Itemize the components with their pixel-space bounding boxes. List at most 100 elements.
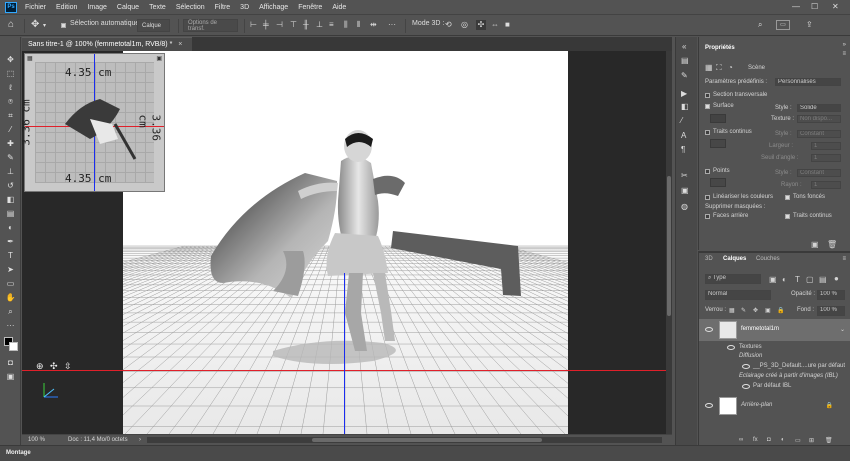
add-mask-icon[interactable]: ◘ [767, 437, 771, 443]
visibility-eye-icon[interactable] [705, 327, 713, 332]
adjustment-layer-icon[interactable]: ◐ [781, 437, 785, 443]
collapse-icon[interactable]: » [843, 42, 846, 48]
opacity-input[interactable]: 100 % [817, 290, 845, 300]
character-icon[interactable]: A [681, 132, 686, 140]
properties-title[interactable]: Propriétés [705, 45, 735, 51]
menu-item[interactable]: Sélection [171, 4, 210, 11]
marquee-tool-icon[interactable]: ⬚ [4, 68, 17, 79]
scene-3d[interactable] [123, 51, 568, 434]
history-icon[interactable]: ▤ [681, 57, 689, 65]
panel-menu-icon[interactable]: ≡ [842, 256, 846, 262]
points-color-swatch[interactable] [710, 178, 726, 187]
layer-name[interactable]: Arrière-plan [741, 402, 772, 408]
slide-widget-icon[interactable]: ⇳ [64, 361, 72, 372]
width-input[interactable]: 1 [811, 142, 841, 150]
menu-item[interactable]: Filtre [210, 4, 236, 11]
vertical-guide[interactable] [344, 273, 345, 434]
path-select-tool-icon[interactable]: ➤ [4, 264, 17, 275]
roll-3d-icon[interactable]: ◎ [461, 21, 468, 29]
document-tab[interactable]: Sans titre-1 @ 100% (femmetotal1m, RVB/8… [22, 37, 192, 51]
panel-menu-icon[interactable]: ≡ [842, 51, 846, 57]
new-layer-icon[interactable]: ⊞ [809, 437, 814, 444]
maximize-icon[interactable]: ☐ [811, 2, 818, 11]
canvas-area[interactable]: ⊕ ✣ ⇳ ▦ ▣ 4.35 cm 4.35 cm 3.36 cm 3.36 c… [22, 51, 672, 434]
lines-checkbox[interactable] [705, 130, 710, 135]
align-top-icon[interactable]: ⊤ [290, 21, 297, 29]
filter-toggle-icon[interactable]: ● [834, 274, 839, 283]
styles-icon[interactable]: ⁄ [681, 117, 682, 125]
delete-layer-icon[interactable]: 🗑 [825, 437, 833, 444]
menu-item[interactable]: Affichage [254, 4, 293, 11]
tools-icon[interactable]: ✂ [681, 172, 688, 180]
orbit-3d-icon[interactable]: ⟲ [445, 21, 452, 29]
pixel-filter-icon[interactable]: ▣ [769, 275, 777, 284]
layer-name[interactable]: femmetotal1m [741, 326, 779, 332]
smart-filter-icon[interactable]: ▤ [819, 275, 827, 284]
visibility-eye-icon[interactable] [705, 403, 713, 408]
layer-row[interactable]: femmetotal1m ⌄ [699, 319, 850, 341]
stamp-tool-icon[interactable]: ⊥ [4, 166, 17, 177]
healing-tool-icon[interactable]: ✚ [4, 138, 17, 149]
lines-style-dropdown[interactable]: Constant [797, 130, 841, 138]
gradient-tool-icon[interactable]: ▤ [4, 208, 17, 219]
status-arrow-icon[interactable]: › [139, 437, 141, 443]
scene-filter-icon[interactable]: ▦ [705, 63, 713, 72]
more-tools-icon[interactable]: ··· [4, 320, 17, 331]
paragraph-icon[interactable]: ¶ [681, 146, 685, 154]
points-style-dropdown[interactable]: Constant [797, 169, 841, 177]
more-options-icon[interactable]: ··· [388, 21, 396, 29]
crop-tool-icon[interactable]: ⌗ [4, 110, 17, 121]
eraser-tool-icon[interactable]: ◧ [4, 194, 17, 205]
libraries-icon[interactable]: ◍ [681, 203, 688, 211]
menu-item[interactable]: Texte [144, 4, 171, 11]
move-tool-icon[interactable]: ✥ [31, 20, 39, 30]
quick-select-tool-icon[interactable]: ⍟ [4, 96, 17, 107]
vertical-scroll-thumb[interactable] [667, 176, 671, 316]
surface-color-swatch[interactable] [710, 114, 726, 123]
layer-kind-filter[interactable]: ⌕ Type [705, 274, 761, 284]
panel-close-icon[interactable]: ▣ [156, 55, 162, 62]
mesh-icon[interactable]: ⛶ [716, 63, 722, 73]
horizontal-scroll-thumb[interactable] [312, 438, 542, 442]
chevron-down-icon[interactable]: ▾ [43, 22, 46, 30]
hand-tool-icon[interactable]: ✋ [4, 292, 17, 303]
brush-presets-icon[interactable]: ✎ [681, 72, 688, 80]
distribute-icon[interactable]: ≡ [329, 21, 334, 29]
lock-all-icon[interactable]: 🔒 [777, 307, 784, 314]
menu-item[interactable]: Fichier [20, 4, 51, 11]
brush-tool-icon[interactable]: ✎ [4, 152, 17, 163]
zoom-level[interactable]: 100 % [28, 437, 45, 443]
timeline-tab[interactable]: Montage [6, 450, 31, 456]
blend-mode-dropdown[interactable]: Normal [705, 290, 771, 300]
cross-section-checkbox[interactable] [705, 93, 710, 98]
collapse-dock-icon[interactable]: « [682, 43, 686, 51]
slide-3d-icon[interactable]: ⇔ [491, 21, 499, 29]
menu-item[interactable]: Calque [112, 4, 144, 11]
adjust-filter-icon[interactable]: ◐ [782, 275, 787, 284]
radius-input[interactable]: 1 [811, 181, 841, 189]
lock-position-icon[interactable]: ✥ [753, 307, 758, 314]
shape-filter-icon[interactable]: ▢ [806, 275, 814, 284]
pen-tool-icon[interactable]: ✒ [4, 236, 17, 247]
zoom-tool-icon[interactable]: ⌕ [4, 306, 17, 317]
align-bottom-icon[interactable]: ⊥ [316, 21, 323, 29]
minimize-icon[interactable]: — [792, 2, 800, 11]
align-center-icon[interactable]: ╪ [263, 21, 269, 29]
document-canvas[interactable] [123, 51, 568, 434]
type-filter-icon[interactable]: T [795, 275, 800, 284]
camera-3d-icon[interactable]: ■ [505, 21, 510, 29]
transform-icon[interactable]: ▣ [681, 187, 689, 195]
visibility-eye-icon[interactable] [742, 364, 750, 369]
link-layers-icon[interactable]: ∞ [739, 437, 743, 443]
lasso-tool-icon[interactable]: ℓ [4, 82, 17, 93]
axis-gizmo[interactable] [40, 379, 64, 403]
presets-dropdown[interactable]: Personnalisés [775, 78, 841, 86]
backfaces-checkbox[interactable] [785, 195, 790, 200]
lock-artboard-icon[interactable]: ▣ [765, 307, 771, 314]
align-left-icon[interactable]: ⊢ [250, 21, 257, 29]
panel-menu-icon[interactable]: ▦ [27, 55, 33, 62]
vertical-scrollbar[interactable] [666, 51, 672, 434]
close-tab-icon[interactable]: × [178, 41, 182, 48]
menu-item[interactable]: Fenêtre [293, 4, 327, 11]
share-icon[interactable]: ⇪ [806, 21, 813, 29]
